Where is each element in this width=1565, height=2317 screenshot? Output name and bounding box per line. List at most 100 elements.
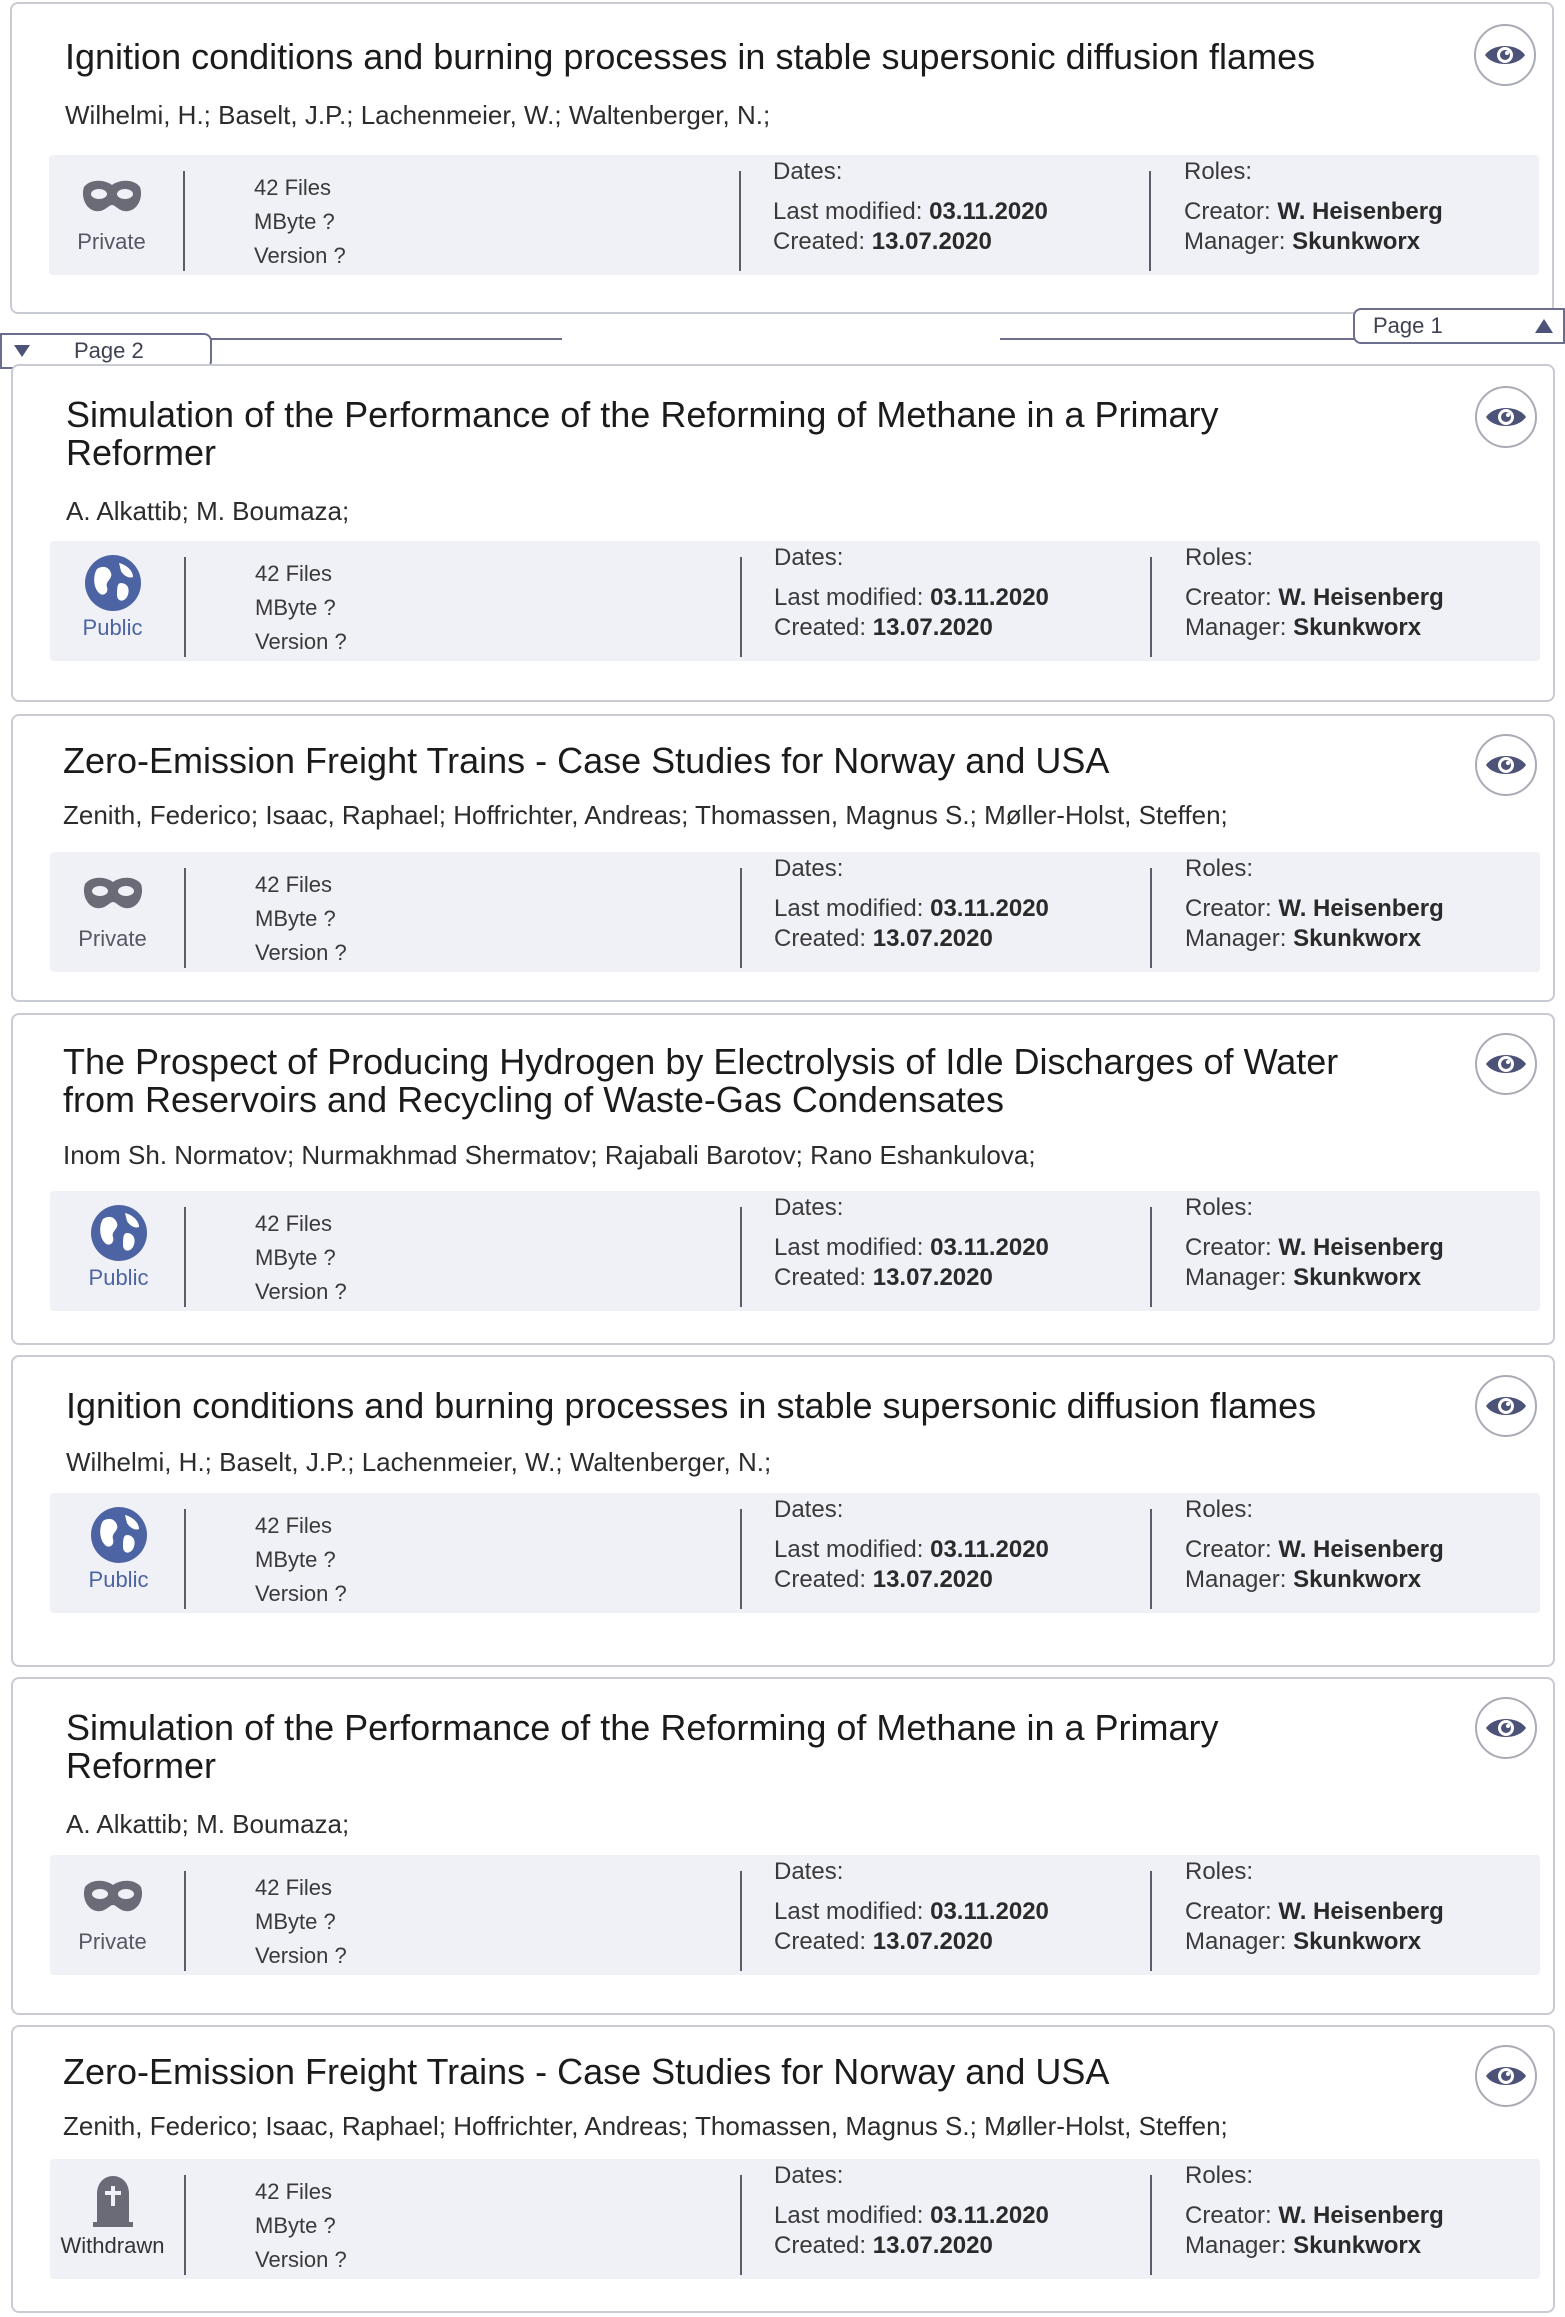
- record-title[interactable]: Zero-Emission Freight Trains - Case Stud…: [63, 742, 1363, 780]
- last-modified-label: Last modified:: [774, 1234, 931, 1261]
- creator-label: Creator:: [1185, 2202, 1279, 2229]
- last-modified-label: Last modified:: [774, 895, 931, 922]
- last-modified-value: 03.11.2020: [930, 2202, 1049, 2229]
- divider: [740, 1207, 742, 1307]
- created-value: 13.07.2020: [872, 614, 993, 641]
- record-card[interactable]: The Prospect of Producing Hydrogen by El…: [11, 1013, 1555, 1345]
- record-authors: Zenith, Federico; Isaac, Raphael; Hoffri…: [63, 800, 1228, 830]
- last-modified-value: 03.11.2020: [929, 198, 1048, 225]
- roles-label: Roles:: [1185, 855, 1254, 882]
- record-title[interactable]: Simulation of the Performance of the Ref…: [66, 1709, 1296, 1785]
- divider: [184, 1509, 186, 1609]
- mask-icon: [83, 1880, 142, 1912]
- creator-label: Creator:: [1184, 198, 1278, 225]
- divider: [740, 1871, 742, 1971]
- creator-label: Creator:: [1185, 895, 1279, 922]
- record-authors: Inom Sh. Normatov; Nurmakhmad Shermatov;…: [63, 1140, 1036, 1170]
- visibility-label: Public: [88, 1265, 149, 1290]
- eye-icon: [1486, 2067, 1526, 2085]
- manager-value: Skunkworx: [1292, 228, 1421, 255]
- file-count: 42 Files: [255, 1875, 333, 1900]
- last-modified-value: 03.11.2020: [930, 584, 1049, 611]
- record-card[interactable]: Zero-Emission Freight Trains - Case Stud…: [11, 714, 1555, 1002]
- eye-icon: [1486, 1719, 1526, 1737]
- roles-block: Roles: Creator: W. Heisenberg Manager: S…: [1185, 1495, 1444, 1595]
- creator-value: W. Heisenberg: [1278, 895, 1444, 922]
- record-title[interactable]: Ignition conditions and burning processe…: [66, 1387, 1366, 1425]
- record-info-panel: Private 42 Files MByte ? Version ? Dates…: [50, 1855, 1540, 1975]
- eye-icon: [1486, 1055, 1526, 1073]
- file-count: 42 Files: [255, 561, 333, 586]
- created-label: Created:: [774, 2232, 873, 2259]
- manager-label: Manager:: [1185, 925, 1294, 952]
- created-value: 13.07.2020: [872, 1928, 993, 1955]
- visibility-status: Public: [56, 1205, 181, 1299]
- last-modified-label: Last modified:: [774, 1536, 931, 1563]
- divider: [184, 557, 186, 657]
- record-card[interactable]: Simulation of the Performance of the Ref…: [11, 364, 1555, 702]
- roles-block: Roles: Creator: W. Heisenberg Manager: S…: [1185, 854, 1444, 954]
- file-version: Version ?: [255, 940, 347, 965]
- dates-label: Dates:: [774, 855, 844, 882]
- manager-value: Skunkworx: [1293, 925, 1422, 952]
- record-title[interactable]: Simulation of the Performance of the Ref…: [66, 396, 1296, 472]
- record-card[interactable]: Ignition conditions and burning processe…: [10, 2, 1554, 314]
- manager-label: Manager:: [1185, 1566, 1294, 1593]
- dates-block: Dates: Last modified: 03.11.2020 Created…: [774, 854, 1049, 954]
- view-button[interactable]: [1475, 734, 1537, 796]
- last-modified-label: Last modified:: [774, 1898, 931, 1925]
- creator-label: Creator:: [1185, 584, 1279, 611]
- file-version: Version ?: [255, 2247, 347, 2272]
- globe-icon: [90, 1507, 147, 1563]
- record-info-panel: Private 42 Files MByte ? Version ? Dates…: [49, 155, 1539, 275]
- created-label: Created:: [774, 1566, 873, 1593]
- file-version: Version ?: [255, 1943, 347, 1968]
- manager-label: Manager:: [1185, 1928, 1294, 1955]
- file-version: Version ?: [255, 1581, 347, 1606]
- last-modified-value: 03.11.2020: [930, 895, 1049, 922]
- view-button[interactable]: [1475, 1033, 1537, 1095]
- creator-label: Creator:: [1185, 1234, 1279, 1261]
- eye-icon: [1486, 1397, 1526, 1415]
- visibility-status: Private: [50, 866, 175, 960]
- record-title[interactable]: Ignition conditions and burning processe…: [65, 38, 1365, 76]
- view-button[interactable]: [1475, 1697, 1537, 1759]
- record-authors: Wilhelmi, H.; Baselt, J.P.; Lachenmeier,…: [66, 1447, 772, 1477]
- manager-value: Skunkworx: [1293, 1566, 1422, 1593]
- view-button[interactable]: [1475, 2045, 1537, 2107]
- record-card[interactable]: Zero-Emission Freight Trains - Case Stud…: [11, 2025, 1555, 2313]
- divider: [1150, 1871, 1152, 1971]
- page-1-label: Page 1: [1373, 313, 1443, 338]
- file-version: Version ?: [254, 243, 346, 268]
- record-card[interactable]: Simulation of the Performance of the Ref…: [11, 1677, 1555, 2015]
- created-label: Created:: [773, 228, 872, 255]
- file-count: 42 Files: [255, 1211, 333, 1236]
- record-authors: Zenith, Federico; Isaac, Raphael; Hoffri…: [63, 2111, 1228, 2141]
- manager-value: Skunkworx: [1293, 1928, 1422, 1955]
- record-title[interactable]: Zero-Emission Freight Trains - Case Stud…: [63, 2053, 1363, 2091]
- divider: [740, 557, 742, 657]
- view-button[interactable]: [1475, 1375, 1537, 1437]
- view-button[interactable]: [1474, 24, 1536, 86]
- visibility-label: Private: [77, 229, 146, 254]
- page-1-tab[interactable]: Page 1: [1353, 308, 1565, 344]
- creator-value: W. Heisenberg: [1277, 198, 1443, 225]
- view-button[interactable]: [1475, 386, 1537, 448]
- record-info-panel: Public 42 Files MByte ? Version ? Dates:…: [50, 541, 1540, 661]
- record-title[interactable]: The Prospect of Producing Hydrogen by El…: [63, 1043, 1393, 1119]
- created-label: Created:: [774, 1928, 873, 1955]
- file-info: 42 Files MByte ? Version ?: [255, 557, 347, 659]
- file-info: 42 Files MByte ? Version ?: [255, 1207, 347, 1309]
- dates-label: Dates:: [774, 1194, 844, 1221]
- roles-block: Roles: Creator: W. Heisenberg Manager: S…: [1185, 1857, 1444, 1957]
- divider: [1150, 2175, 1152, 2275]
- created-value: 13.07.2020: [871, 228, 992, 255]
- last-modified-value: 03.11.2020: [930, 1898, 1049, 1925]
- eye-icon: [1486, 408, 1526, 426]
- dates-label: Dates:: [774, 2162, 844, 2189]
- record-card[interactable]: Ignition conditions and burning processe…: [11, 1355, 1555, 1667]
- creator-value: W. Heisenberg: [1278, 1234, 1444, 1261]
- visibility-status: Public: [56, 1507, 181, 1601]
- record-info-panel: Withdrawn 42 Files MByte ? Version ? Dat…: [50, 2159, 1540, 2279]
- created-value: 13.07.2020: [872, 1264, 993, 1291]
